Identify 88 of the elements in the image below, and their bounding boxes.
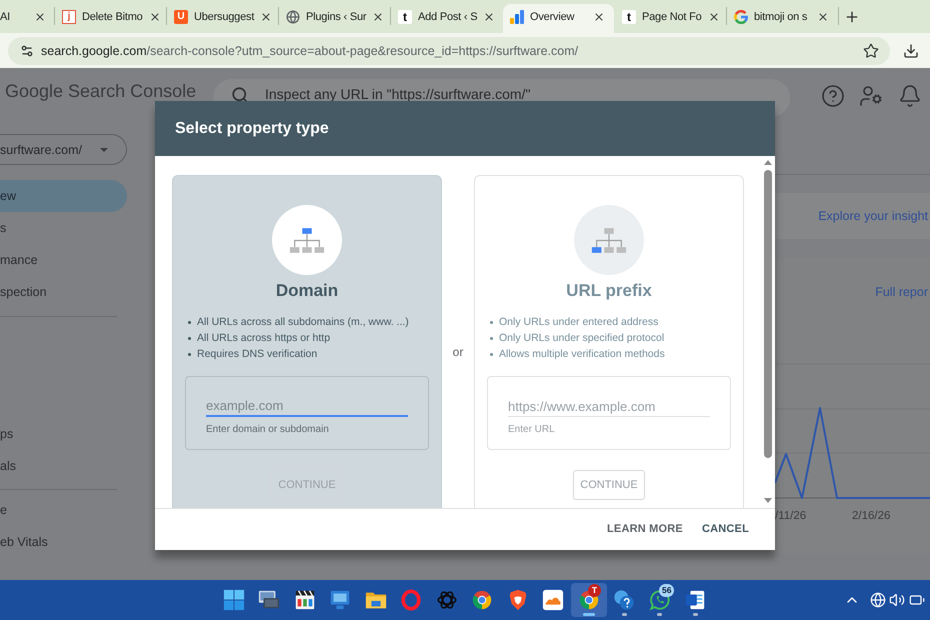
help-bubble-icon (613, 589, 636, 611)
user-settings-icon[interactable] (859, 84, 883, 108)
cloud-icon (542, 589, 564, 611)
bullet-icon (490, 352, 493, 356)
feature-text: Allows multiple verification methods (499, 348, 665, 360)
taskbar-button[interactable]: T (571, 583, 606, 617)
search-field[interactable]: Inspect any URL in "https://surftware.com/" (265, 86, 745, 102)
globe-icon (286, 10, 300, 24)
nav-item[interactable]: als (0, 450, 127, 482)
nav-item[interactable]: s (0, 212, 127, 244)
display-icon (329, 589, 352, 611)
favicon-tile: j (62, 10, 76, 24)
browser-tab[interactable]: AI (0, 4, 54, 33)
browser-tab[interactable]: bitmoji on s (727, 4, 838, 33)
nav-item[interactable]: ew (0, 180, 127, 212)
separator-text: or (452, 345, 464, 359)
close-icon[interactable] (148, 11, 161, 23)
nav-item[interactable]: spection (0, 276, 127, 308)
feature-text: All URLs across all subdomains (m., www. ...) (197, 316, 409, 328)
scroll-up-icon[interactable] (764, 160, 772, 165)
card-title: Domain (276, 281, 338, 301)
bullet-icon (490, 320, 493, 324)
start-icon (222, 589, 245, 611)
feature-text: All URLs across https or http (197, 332, 330, 344)
browser-tab[interactable]: Overview (503, 4, 614, 33)
bar-chart-icon (510, 10, 524, 24)
favicon-tile: t (398, 10, 412, 24)
dialog-action-button[interactable]: LEARN MORE (599, 516, 691, 544)
favicon-tile: U (174, 10, 188, 24)
browser-tab[interactable]: Plugins ‹ Sur (279, 4, 390, 33)
ring-icon (400, 589, 422, 611)
nav-item[interactable]: e (0, 494, 127, 526)
bullet-icon (188, 336, 191, 340)
close-icon[interactable] (593, 11, 605, 23)
dialog-title: Select property type (175, 118, 329, 138)
g-logo-icon (734, 10, 748, 24)
browser-tab[interactable]: t Page Not Fo (615, 4, 726, 33)
bullet-icon (188, 352, 191, 356)
download-icon[interactable] (903, 42, 919, 58)
monitor-icon (258, 589, 280, 611)
browser-tab[interactable]: j Delete Bitmo (55, 4, 166, 33)
nav-item[interactable]: ps (0, 418, 127, 450)
close-icon[interactable] (372, 11, 384, 23)
help-icon[interactable] (821, 84, 845, 108)
close-icon[interactable] (708, 11, 720, 23)
close-icon[interactable] (34, 11, 46, 23)
card-title: URL prefix (566, 281, 652, 301)
knot-icon (436, 589, 458, 611)
scroll-down-icon[interactable] (764, 498, 772, 503)
sliders-icon[interactable] (20, 44, 34, 58)
document-icon (684, 589, 706, 611)
notification-badge: 56 (659, 584, 674, 597)
helper-text: Enter URL (508, 424, 555, 436)
nav-item[interactable]: mance (0, 244, 127, 276)
address-bar[interactable]: search.google.com/search-console?utm_source=about-page&resource_id=https://surftware.com/ (8, 36, 890, 64)
bullet-icon (490, 336, 493, 340)
segmented-circle-icon (471, 589, 494, 611)
feature-text: Only URLs under specified protocol (499, 332, 664, 344)
search-icon (231, 86, 249, 104)
close-icon[interactable] (260, 11, 272, 23)
clapperboard-icon (294, 589, 316, 611)
new-tab-icon[interactable] (844, 9, 860, 25)
caret-icon (100, 148, 108, 152)
taskbar-button[interactable]: 56 (642, 583, 678, 617)
browser-tab[interactable]: U Ubersuggest (167, 4, 278, 33)
close-icon[interactable] (483, 11, 496, 23)
helper-text: Enter domain or subdomain (206, 424, 329, 436)
input-field[interactable]: example.com (206, 396, 408, 417)
notification-badge: T (588, 584, 601, 597)
bookmark-star-icon[interactable] (863, 42, 879, 58)
browser-tab[interactable]: t Add Post ‹ S (391, 4, 502, 33)
property-url: surftware.com/ (0, 142, 82, 158)
product-title: Google Search Console (4, 80, 198, 100)
feature-text: Requires DNS verification (197, 348, 318, 360)
speaker-icon[interactable] (889, 592, 905, 608)
globe-icon[interactable] (870, 592, 886, 608)
scrollbar-thumb[interactable] (764, 170, 772, 458)
dialog-action-button[interactable]: CANCEL (694, 516, 757, 544)
bullet-icon (188, 320, 191, 324)
close-icon[interactable] (817, 11, 829, 23)
axis-label: /11/26 (775, 509, 808, 523)
feature-text: Only URLs under entered address (499, 316, 658, 328)
favicon-tile: t (622, 10, 636, 24)
nav-item[interactable]: eb Vitals (0, 526, 127, 558)
property-selector[interactable]: surftware.com/ (0, 134, 127, 165)
axis-label: 2/16/26 (852, 509, 890, 523)
phone-bubble-icon (648, 589, 671, 611)
notifications-icon[interactable] (898, 84, 922, 108)
